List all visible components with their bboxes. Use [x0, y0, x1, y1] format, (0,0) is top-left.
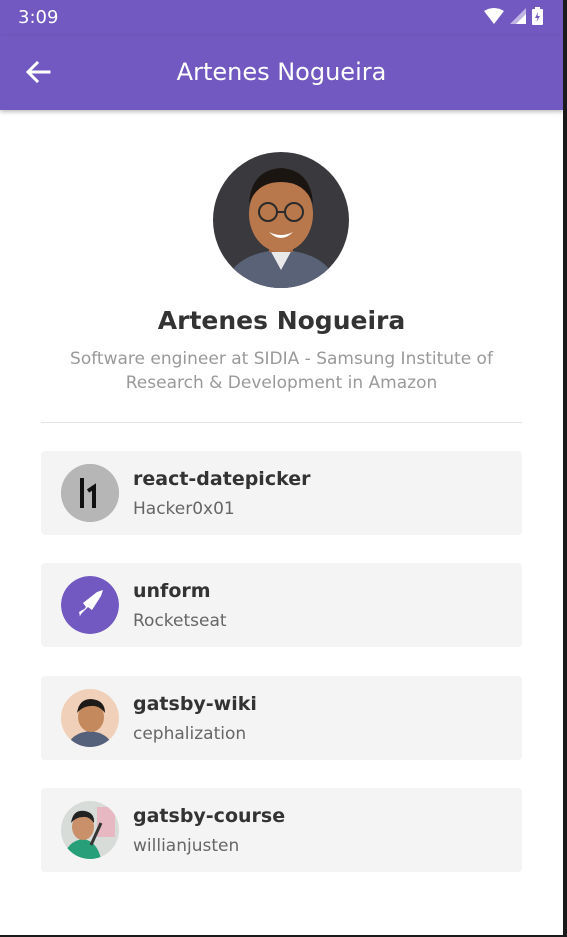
- app-screen: 3:09 Artenes Nogueira Artenes Nogueira S…: [0, 0, 567, 937]
- repo-author: Hacker0x01: [133, 499, 235, 519]
- repo-title: unform: [133, 580, 211, 602]
- repo-card-react-datepicker[interactable]: react-datepicker Hacker0x01: [41, 451, 522, 535]
- signal-icon: [510, 8, 526, 28]
- repo-avatar: [61, 464, 119, 522]
- repo-author: cephalization: [133, 724, 247, 744]
- status-icons: [484, 7, 543, 29]
- page-title: Artenes Nogueira: [176, 58, 387, 86]
- repo-avatar: [61, 576, 119, 634]
- repo-title: gatsby-wiki: [133, 693, 257, 715]
- app-bar: Artenes Nogueira: [0, 36, 563, 110]
- repo-title: react-datepicker: [133, 468, 311, 490]
- repo-author: Rocketseat: [133, 611, 227, 631]
- repo-card-unform[interactable]: unform Rocketseat: [41, 563, 522, 647]
- status-time: 3:09: [18, 7, 59, 28]
- profile-bio: Software engineer at SIDIA - Samsung Ins…: [70, 349, 493, 393]
- repo-author: willianjusten: [133, 836, 240, 856]
- divider: [41, 422, 522, 423]
- battery-icon: [532, 7, 543, 29]
- repo-avatar: [61, 801, 119, 859]
- repo-card-gatsby-wiki[interactable]: gatsby-wiki cephalization: [41, 676, 522, 760]
- repo-avatar: [61, 689, 119, 747]
- repo-card-gatsby-course[interactable]: gatsby-course willianjusten: [41, 788, 522, 872]
- avatar: [213, 152, 349, 288]
- status-bar: 3:09: [0, 0, 563, 36]
- wifi-icon: [484, 8, 504, 28]
- repo-title: gatsby-course: [133, 805, 286, 827]
- profile-name: Artenes Nogueira: [157, 306, 406, 335]
